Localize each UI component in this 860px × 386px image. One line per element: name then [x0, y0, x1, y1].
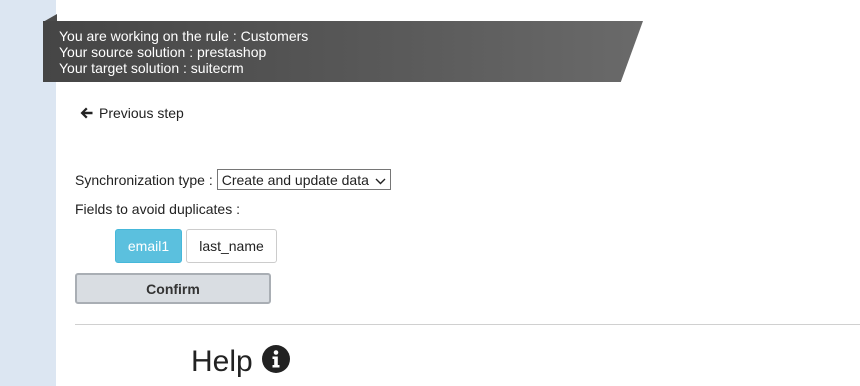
section-divider [75, 324, 860, 325]
arrow-left-icon [80, 107, 93, 119]
info-circle-icon[interactable] [261, 344, 291, 374]
target-solution-line: Your target solution : suitecrm [59, 60, 244, 76]
duplicate-fields-group: email1 last_name [115, 229, 277, 263]
rule-info-banner: You are working on the rule : Customers … [43, 21, 643, 82]
banner-notch [43, 14, 57, 22]
sync-type-select[interactable]: Create and update data [216, 169, 391, 190]
rule-name-line: You are working on the rule : Customers [59, 28, 309, 44]
previous-step-label: Previous step [99, 105, 184, 121]
confirm-button[interactable]: Confirm [75, 273, 271, 304]
chevron-down-icon [375, 172, 386, 188]
sync-type-label: Synchronization type : [75, 171, 213, 188]
field-chip-email1[interactable]: email1 [115, 229, 182, 263]
help-title: Help [191, 345, 253, 378]
duplicates-label: Fields to avoid duplicates : [75, 201, 240, 217]
sync-type-row: Synchronization type : Create and update… [75, 169, 391, 190]
help-heading: Help [191, 345, 291, 379]
sync-type-value: Create and update data [221, 171, 369, 188]
source-solution-line: Your source solution : prestashop [59, 44, 267, 60]
field-chip-last-name[interactable]: last_name [186, 229, 277, 263]
previous-step-link[interactable]: Previous step [80, 105, 184, 121]
